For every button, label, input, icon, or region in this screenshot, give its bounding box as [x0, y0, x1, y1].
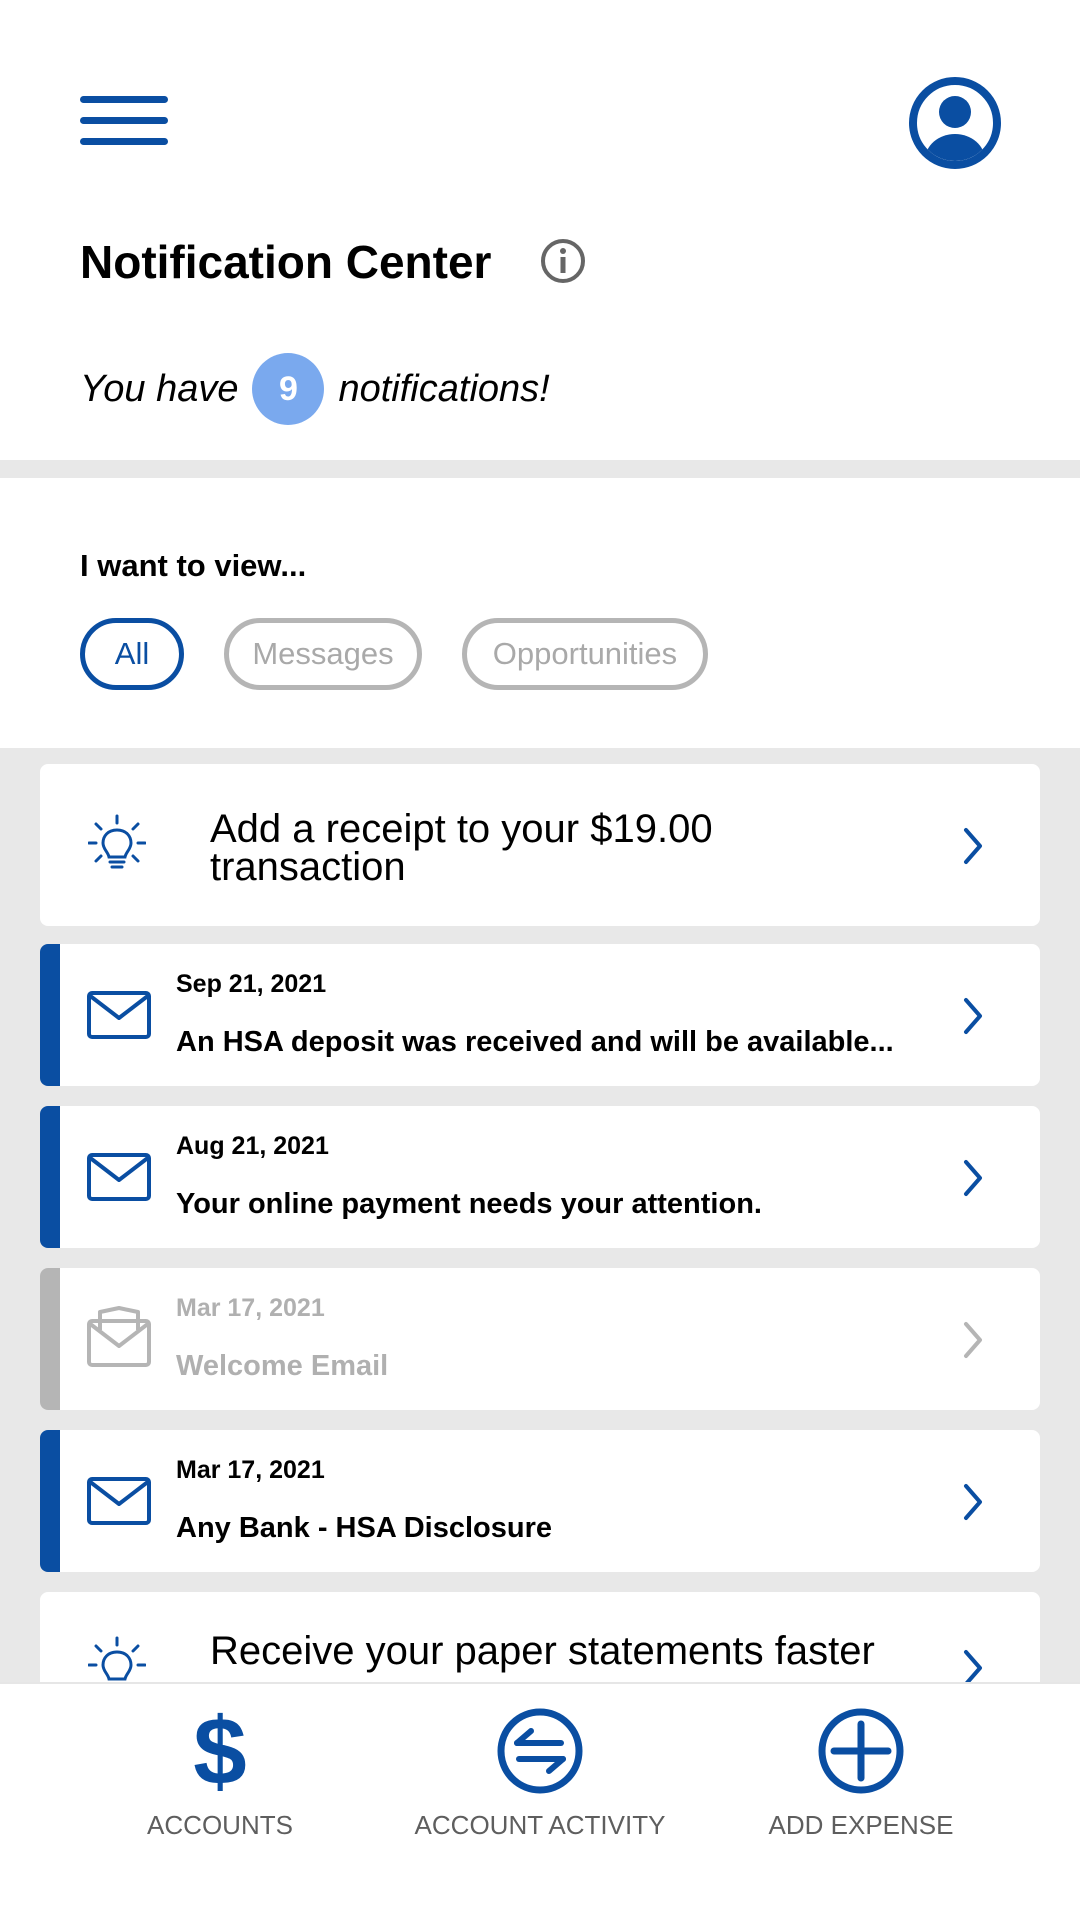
opportunity-text: Receive your paper statements faster [210, 1629, 875, 1673]
info-icon[interactable] [540, 238, 586, 284]
nav-accounts[interactable]: $ ACCOUNTS [70, 1706, 370, 1841]
opportunity-card[interactable]: Receive your paper statements faster [40, 1592, 1040, 1688]
hamburger-menu-icon [80, 96, 168, 103]
envelope-icon [87, 1477, 151, 1525]
filter-chip-all[interactable]: All [80, 618, 184, 690]
chevron-right-icon [964, 828, 982, 864]
transfer-arrows-icon [497, 1708, 583, 1794]
lightbulb-icon [88, 814, 146, 869]
svg-text:$: $ [193, 1706, 246, 1796]
lightbulb-icon [88, 1636, 146, 1681]
filter-label: I want to view... [80, 548, 307, 583]
envelope-icon [87, 991, 151, 1039]
message-subject: Any Bank - HSA Disclosure [176, 1512, 553, 1544]
message-subject: Your online payment needs your attention… [176, 1188, 762, 1220]
notification-list: Add a receipt to your $19.00 transaction… [0, 748, 1080, 1688]
unread-indicator [40, 1106, 60, 1248]
unread-indicator [40, 1430, 60, 1572]
message-subject: Welcome Email [176, 1350, 389, 1382]
message-subject: An HSA deposit was received and will be … [176, 1026, 894, 1058]
chevron-right-icon [964, 998, 982, 1034]
chevron-right-icon [964, 1160, 982, 1196]
hamburger-menu-icon-bar [80, 138, 168, 145]
unread-indicator [40, 944, 60, 1086]
message-date: Sep 21, 2021 [176, 970, 327, 998]
filter-chip-opportunities[interactable]: Opportunities [462, 618, 708, 690]
bottom-navigation: $ ACCOUNTS ACCOUNT ACTIVITY ADD EXPENSE [0, 1682, 1080, 1920]
nav-label: ACCOUNTS [147, 1810, 293, 1840]
message-card-read[interactable]: Mar 17, 2021 Welcome Email [40, 1268, 1040, 1410]
filter-chip-messages[interactable]: Messages [224, 618, 422, 690]
message-card[interactable]: Mar 17, 2021 Any Bank - HSA Disclosure [40, 1430, 1040, 1572]
opportunity-text: Add a receipt to your $19.00 [210, 807, 713, 851]
user-profile-icon [909, 77, 1001, 169]
nav-add-expense[interactable]: ADD EXPENSE [711, 1706, 1011, 1841]
opportunity-text: transaction [210, 845, 406, 889]
message-date: Mar 17, 2021 [176, 1294, 325, 1322]
read-indicator [40, 1268, 60, 1410]
notification-summary: You have 9 notifications! [80, 352, 550, 426]
page-title: Notification Center [80, 236, 492, 288]
chevron-right-icon [964, 1322, 982, 1358]
envelope-icon [87, 1153, 151, 1201]
notification-count-badge: 9 [252, 353, 325, 425]
nav-label: ACCOUNT ACTIVITY [414, 1810, 666, 1840]
open-envelope-icon [87, 1306, 151, 1367]
plus-circle-icon [818, 1708, 904, 1794]
nav-label: ADD EXPENSE [768, 1810, 954, 1840]
hamburger-menu-button[interactable] [80, 96, 170, 148]
section-divider [0, 460, 1080, 478]
dollar-icon: $ [193, 1706, 246, 1796]
message-card[interactable]: Aug 21, 2021 Your online payment needs y… [40, 1106, 1040, 1248]
hamburger-menu-icon-bar [80, 117, 168, 124]
summary-suffix: notifications! [338, 367, 550, 410]
nav-account-activity[interactable]: ACCOUNT ACTIVITY [390, 1706, 690, 1841]
summary-prefix: You have [80, 367, 239, 410]
message-date: Mar 17, 2021 [176, 1456, 325, 1484]
message-date: Aug 21, 2021 [176, 1132, 329, 1160]
chevron-right-icon [964, 1484, 982, 1520]
opportunity-card[interactable]: Add a receipt to your $19.00 transaction [40, 764, 1040, 926]
profile-button[interactable] [908, 76, 1002, 170]
message-card[interactable]: Sep 21, 2021 An HSA deposit was received… [40, 944, 1040, 1086]
